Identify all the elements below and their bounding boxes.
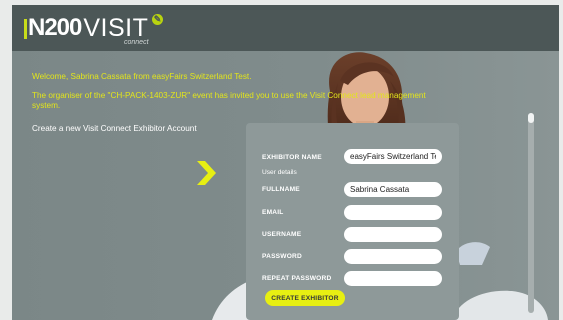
repeat-password-label: REPEAT PASSWORD — [262, 275, 332, 282]
invite-message-line1: The organiser of the "CH-PACK-1403-ZUR" … — [32, 91, 426, 100]
username-field[interactable] — [344, 227, 442, 242]
exhibitor-name-label: EXHIBITOR NAME — [262, 154, 322, 161]
fullname-field[interactable] — [344, 182, 442, 197]
welcome-message: Welcome, Sabrina Cassata from easyFairs … — [32, 72, 252, 81]
logo-accent-bar — [24, 19, 27, 39]
create-exhibitor-button[interactable]: CREATE EXHIBITOR — [265, 290, 345, 306]
logo-connect: connect — [124, 39, 149, 46]
app-window: N200 VISIT connect ✎ Welcome, Sabrina Ca… — [12, 5, 559, 320]
exhibitor-name-field[interactable] — [344, 149, 442, 164]
scrollbar[interactable] — [528, 113, 534, 313]
create-account-heading: Create a new Visit Connect Exhibitor Acc… — [32, 124, 197, 133]
repeat-password-field[interactable] — [344, 271, 442, 286]
password-label: PASSWORD — [262, 253, 302, 260]
email-field[interactable] — [344, 205, 442, 220]
scrollbar-thumb[interactable] — [528, 113, 534, 123]
leaf-icon: ✎ — [152, 14, 163, 25]
fullname-label: FULLNAME — [262, 186, 300, 193]
logo-n200: N200 — [28, 14, 82, 41]
chevron-right-icon — [197, 161, 216, 185]
invite-message-line2: system. — [32, 101, 61, 110]
username-label: USERNAME — [262, 231, 302, 238]
email-label: EMAIL — [262, 209, 284, 216]
header-bar: N200 VISIT connect ✎ — [12, 5, 559, 51]
brand-logo[interactable]: N200 VISIT connect ✎ — [24, 13, 163, 46]
exhibitor-form: EXHIBITOR NAME User details FULLNAME EMA… — [246, 123, 459, 320]
password-field[interactable] — [344, 249, 442, 264]
user-details-label: User details — [262, 169, 297, 176]
